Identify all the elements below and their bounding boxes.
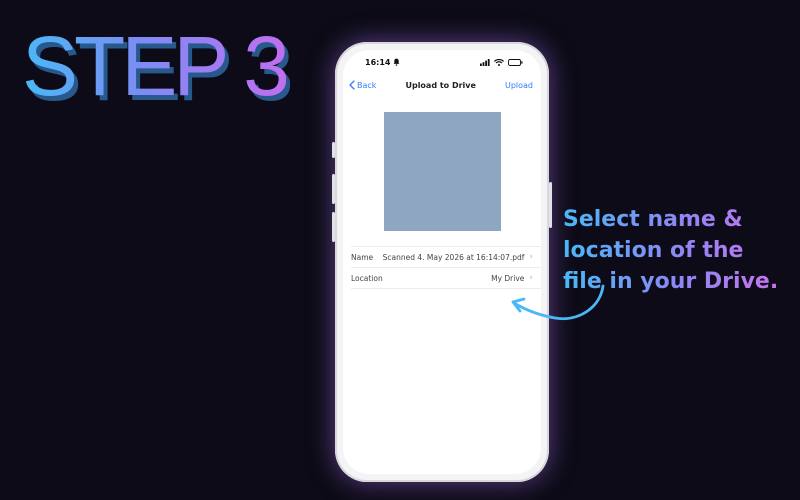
chevron-left-icon bbox=[349, 80, 355, 90]
curved-arrow-icon bbox=[511, 284, 605, 321]
file-location-label: Location bbox=[351, 273, 383, 283]
phone-silent-switch bbox=[332, 142, 335, 158]
bell-silent-icon bbox=[394, 58, 400, 66]
back-button-label: Back bbox=[357, 80, 377, 90]
cellular-signal-icon bbox=[480, 58, 490, 66]
phone-screen: 16:14 Back Upload to Drive Upload Name S… bbox=[343, 50, 541, 474]
file-name-label: Name bbox=[351, 252, 374, 262]
phone-volume-up-button bbox=[332, 174, 335, 204]
phone-power-button bbox=[549, 182, 552, 228]
step-heading: STEP 3 bbox=[22, 19, 290, 113]
chevron-right-icon: › bbox=[529, 252, 533, 262]
tutorial-slide: STEP 3 16:14 Back Upload to Drive Upload… bbox=[0, 0, 800, 500]
battery-icon bbox=[508, 58, 523, 66]
navigation-bar: Back Upload to Drive Upload bbox=[343, 74, 541, 96]
upload-button[interactable]: Upload bbox=[505, 81, 533, 90]
callout-line-1: Select name & bbox=[563, 207, 743, 232]
wifi-icon bbox=[494, 58, 504, 66]
callout-line-2: location of the bbox=[563, 238, 744, 263]
screen-title: Upload to Drive bbox=[405, 80, 476, 90]
file-name-value: Scanned 4. May 2026 at 16:14:07.pdf bbox=[382, 252, 525, 262]
file-name-row[interactable]: Name Scanned 4. May 2026 at 16:14:07.pdf… bbox=[351, 246, 541, 267]
status-bar: 16:14 bbox=[343, 50, 541, 74]
status-time: 16:14 bbox=[365, 57, 391, 67]
back-button[interactable]: Back bbox=[349, 80, 376, 90]
phone-volume-down-button bbox=[332, 212, 335, 242]
phone-mockup: 16:14 Back Upload to Drive Upload Name S… bbox=[332, 42, 552, 482]
document-preview-thumbnail bbox=[383, 112, 501, 231]
